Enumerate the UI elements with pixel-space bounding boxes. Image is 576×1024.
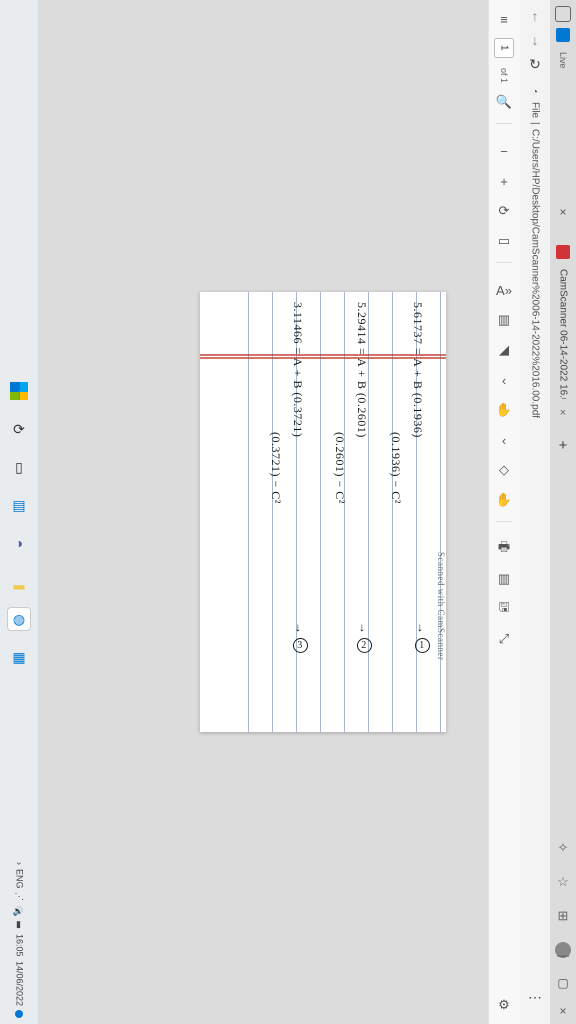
erase-button[interactable]: ◇ <box>495 461 513 479</box>
language-indicator[interactable]: ENG <box>15 869 24 889</box>
clock-date[interactable]: 14/06/2022 <box>15 961 24 1006</box>
tab-title[interactable]: CamScanner 06-14-2022 16.00 <box>558 269 569 399</box>
address-bar[interactable]: ◔ File | C:/Users/HP/Desktop/CamScanner%… <box>530 87 541 418</box>
forward-button[interactable]: ↓ <box>532 32 539 48</box>
fit-button[interactable]: ▭ <box>495 232 513 250</box>
touch-button[interactable]: ✋ <box>495 491 513 509</box>
watermark: Scanned with CamScanner <box>214 552 446 726</box>
read-aloud-button[interactable]: A» <box>495 281 513 299</box>
app-menu-button[interactable]: ⋯ <box>528 989 542 1006</box>
ask-copilot-button[interactable]: ✋ <box>495 401 513 419</box>
pdf-viewport[interactable]: 5.61737 = A + B (0.1936) (0.1936) − C² →… <box>38 0 488 1024</box>
pdf-toolbar: ≡ 1 of 1 🔍 − + ⟳ ▭ A» ▥ ◢ ‹ ✋ ‹ ◇ ✋ 🖶 ▥ … <box>488 0 520 1024</box>
live-caption-icon[interactable] <box>556 28 570 42</box>
url-scheme: File <box>530 102 541 118</box>
equation-2: 5.29414 = A + B (0.2601) <box>354 302 369 438</box>
tab-actions-button[interactable] <box>555 6 571 22</box>
url-sep: | <box>530 122 541 125</box>
search-button[interactable]: ⟳ <box>8 418 30 440</box>
close-tab-button[interactable]: × <box>560 407 566 419</box>
layout-button[interactable]: ▥ <box>495 570 513 588</box>
favorites-icon[interactable]: ✧ <box>555 840 571 856</box>
equation-1b: (0.1936) − C² <box>388 432 403 504</box>
zoom-in-button[interactable]: + <box>495 172 513 190</box>
edge-icon[interactable]: ◍ <box>8 608 30 630</box>
highlight-button[interactable]: ◢ <box>495 341 513 359</box>
page-count-label: of 1 <box>499 68 509 83</box>
clock-time[interactable]: 16:05 <box>15 934 24 957</box>
refresh-button[interactable]: ↻ <box>529 56 541 73</box>
close-live-icon[interactable]: × <box>559 205 566 219</box>
store-icon[interactable]: ▦ <box>8 646 30 668</box>
equation-3: 3.11466 = A + B (0.3721) <box>290 302 305 437</box>
print-button[interactable]: 🖶 <box>495 540 513 558</box>
taskbar: ⟳ ▯ ▤ ◑ ▂ ◍ ▦ › ENG ⋰ 🔊 ▮ 16:05 14/06/20… <box>0 0 38 1024</box>
minimize-button[interactable]: — <box>557 948 569 962</box>
taskview-button[interactable]: ▯ <box>8 456 30 478</box>
system-tray[interactable]: › ENG ⋰ 🔊 ▮ 16:05 14/06/2022 <box>15 862 24 1018</box>
start-button[interactable] <box>8 380 30 402</box>
rotate-button[interactable]: ⟳ <box>495 202 513 220</box>
widgets-button[interactable]: ▤ <box>8 494 30 516</box>
zoom-out-button[interactable]: − <box>495 142 513 160</box>
teams-icon[interactable]: ◑ <box>8 532 30 554</box>
address-bar-area: ↑ ↓ ↻ ◔ File | C:/Users/HP/Desktop/CamSc… <box>520 0 550 1024</box>
wifi-icon[interactable]: ⋰ <box>15 892 24 901</box>
volume-icon[interactable]: 🔊 <box>15 905 24 916</box>
settings-button[interactable]: ⚙ <box>495 996 513 1014</box>
equation-3b: (0.3721) − C² <box>268 432 283 504</box>
draw-button[interactable]: ‹ <box>495 371 513 389</box>
extensions-icon[interactable]: ⊞ <box>555 908 571 924</box>
page-number-input[interactable]: 1 <box>494 38 514 58</box>
pdf-page: 5.61737 = A + B (0.1936) (0.1936) − C² →… <box>200 292 446 732</box>
save-button[interactable]: 🖫 <box>495 600 513 618</box>
equation-1: 5.61737 = A + B (0.1936) <box>410 302 425 438</box>
live-label: Live <box>558 52 568 69</box>
collections-icon[interactable]: ☆ <box>555 874 571 890</box>
fullscreen-button[interactable]: ⤢ <box>495 630 513 648</box>
notification-dot-icon[interactable] <box>15 1010 23 1018</box>
tray-chevron-icon[interactable]: › <box>15 862 24 865</box>
explorer-icon[interactable]: ▂ <box>8 570 30 592</box>
back-button[interactable]: ↑ <box>532 8 539 24</box>
file-icon: ◔ <box>530 87 541 98</box>
close-window-button[interactable]: × <box>559 1004 566 1018</box>
search-button[interactable]: 🔍 <box>495 93 513 111</box>
url-path: C:/Users/HP/Desktop/CamScanner%2006-14-2… <box>530 129 541 418</box>
contents-button[interactable]: ≡ <box>495 10 513 28</box>
maximize-button[interactable]: ▢ <box>557 976 568 990</box>
battery-icon[interactable]: ▮ <box>15 920 24 930</box>
tab-favicon-icon <box>556 245 570 259</box>
two-page-button[interactable]: ▥ <box>495 311 513 329</box>
equation-2b: (0.2601) − C² <box>332 432 347 504</box>
text-select-button[interactable]: ‹ <box>495 431 513 449</box>
titlebar: Live × CamScanner 06-14-2022 16.00 × + ✧… <box>550 0 576 1024</box>
new-tab-button[interactable]: + <box>559 437 568 454</box>
